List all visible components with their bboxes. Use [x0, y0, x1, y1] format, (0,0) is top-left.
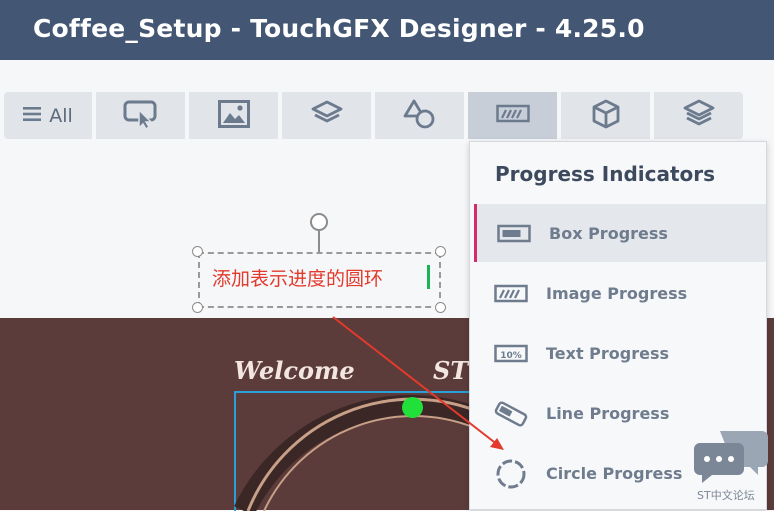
circle-progress-label: Circle Progress: [546, 463, 683, 483]
layers-icon: [311, 100, 343, 132]
progress-icon: [495, 104, 530, 128]
buttons-category-button[interactable]: [96, 92, 185, 139]
widget-toolbar: All: [4, 92, 743, 139]
welcome-text: Welcome: [234, 356, 355, 385]
box-progress-label: Box Progress: [549, 223, 668, 243]
cube-icon: [590, 98, 622, 134]
image-progress-item[interactable]: Image Progress: [474, 264, 766, 322]
rotation-stem: [318, 231, 320, 252]
image-progress-label: Image Progress: [546, 283, 688, 303]
image-progress-icon: [494, 277, 528, 311]
containers-category-button[interactable]: [282, 92, 371, 139]
welcome-text-tail: ST: [433, 356, 469, 385]
coffee-cup-ring: [234, 394, 489, 511]
resize-handle-top-left[interactable]: [192, 246, 203, 257]
text-cursor: [427, 265, 430, 289]
resize-handle-bottom-right[interactable]: [435, 302, 446, 313]
resize-handle-top-right[interactable]: [435, 246, 446, 257]
line-progress-label: Line Progress: [546, 403, 670, 423]
forum-logo-icon: [694, 431, 768, 483]
3d-category-button[interactable]: [561, 92, 650, 139]
title-bar: Coffee_Setup - TouchGFX Designer - 4.25.…: [0, 0, 774, 60]
menu-icon: [23, 106, 42, 126]
text-progress-icon: 10%: [494, 337, 528, 371]
text-progress-icon-label: 10%: [500, 351, 522, 361]
all-label: All: [49, 104, 73, 127]
window-title: Coffee_Setup - TouchGFX Designer - 4.25.…: [33, 14, 645, 43]
line-progress-icon: [494, 397, 528, 431]
box-progress-icon: [497, 217, 531, 251]
text-progress-item[interactable]: 10% Text Progress: [474, 324, 766, 382]
text-progress-label: Text Progress: [546, 343, 670, 363]
shapes-category-button[interactable]: [375, 92, 464, 139]
images-category-button[interactable]: [189, 92, 278, 139]
watermark-text: ST中文论坛: [697, 489, 755, 502]
miscellaneous-category-button[interactable]: [654, 92, 743, 139]
shapes-icon: [403, 98, 437, 134]
image-icon: [217, 99, 250, 132]
progress-category-button[interactable]: [468, 92, 557, 139]
all-widgets-button[interactable]: All: [4, 92, 92, 139]
rotation-handle[interactable]: [310, 213, 328, 231]
menu-title: Progress Indicators: [495, 162, 716, 186]
progress-knob[interactable]: [402, 397, 423, 418]
box-progress-item[interactable]: Box Progress: [474, 204, 766, 262]
annotation-text: 添加表示进度的圆环: [212, 268, 384, 290]
touch-button-icon: [123, 98, 159, 134]
stack-icon: [683, 99, 715, 133]
circle-progress-icon: [494, 457, 528, 491]
resize-handle-bottom-left[interactable]: [192, 302, 203, 313]
